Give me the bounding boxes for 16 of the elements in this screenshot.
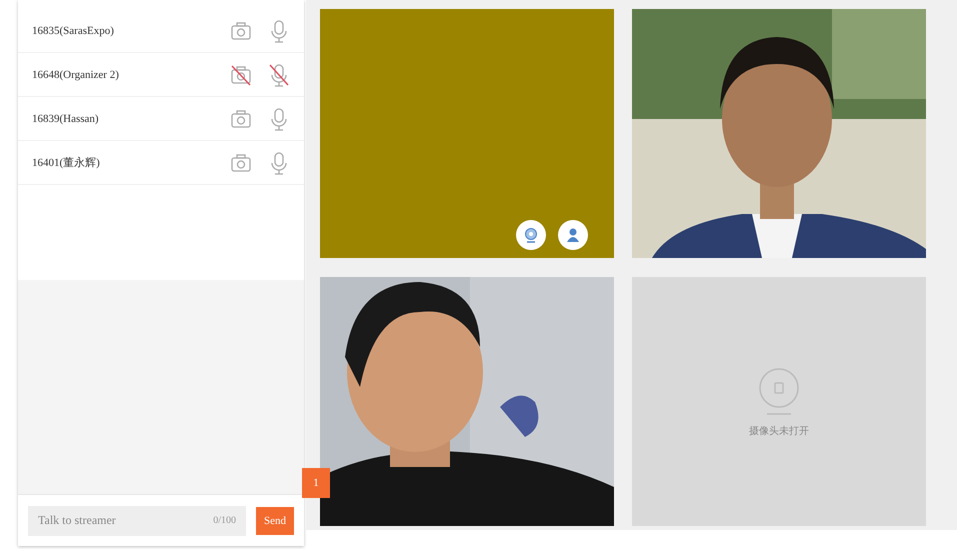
camera-off-text: 摄像头未打开 (749, 424, 809, 438)
character-counter: 0/100 (213, 506, 246, 536)
webcam-icon (523, 227, 539, 243)
user-button[interactable] (558, 220, 588, 250)
participant-name: 16648(Organizer 2) (32, 68, 120, 80)
participant-name: 16839(Hassan) (32, 112, 100, 124)
chat-input[interactable]: Talk to streamer (28, 506, 214, 536)
person-icon (566, 227, 580, 243)
participant-name: 16401(董永辉) (32, 156, 101, 170)
side-tab[interactable]: 1 (302, 468, 330, 498)
participant-name: 16835(SarasExpo) (32, 24, 115, 36)
webcam-icon (757, 366, 801, 416)
microphone-off-icon[interactable] (268, 62, 290, 86)
camera-off-icon[interactable] (230, 62, 252, 86)
send-button[interactable]: Send (256, 506, 294, 534)
webcam-button[interactable] (516, 220, 546, 250)
